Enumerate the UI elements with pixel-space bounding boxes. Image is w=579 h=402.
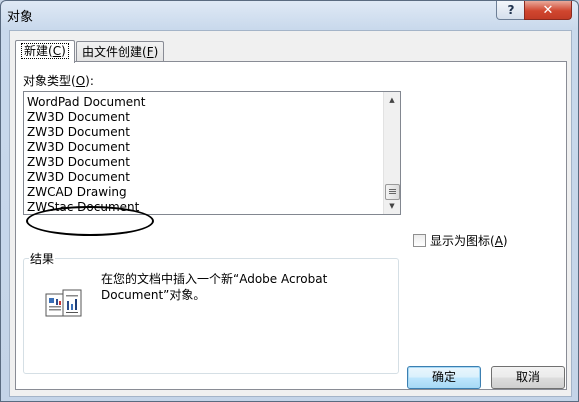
tab-create-new[interactable]: 新建(C) [15, 40, 75, 63]
tab-create-from-file[interactable]: 由文件创建(F) [76, 41, 165, 62]
tab-create-from-file-label: 由文件创建(F) [82, 45, 159, 59]
tab-create-new-label: 新建(C) [21, 43, 69, 59]
scroll-down-arrow-icon[interactable]: ▼ [384, 198, 400, 214]
dialog-client-area: 新建(C) 由文件创建(F) 对象类型(O): WordPad Document… [9, 30, 572, 397]
window-title: 对象 [7, 10, 34, 25]
close-button[interactable]: ✕ [524, 1, 572, 20]
display-as-icon-label[interactable]: 显示为图标(A) [430, 232, 508, 249]
list-item[interactable]: ZW3D Document [27, 155, 130, 170]
list-item[interactable]: WordPad Document [27, 95, 146, 110]
object-type-listbox[interactable]: WordPad Document ZW3D Document ZW3D Docu… [23, 91, 401, 215]
title-bar[interactable]: 对象 ? ✕ [1, 1, 578, 29]
object-dialog-window: 对象 ? ✕ 新建(C) 由文件创建(F) 对象类型(O): WordPad D… [0, 0, 579, 402]
list-item[interactable]: ZW3D Document [27, 140, 130, 155]
list-item[interactable]: ZW3D Document [27, 125, 130, 140]
display-as-icon-checkbox[interactable] [413, 234, 426, 247]
help-icon: ? [507, 3, 515, 17]
close-icon: ✕ [542, 2, 554, 18]
scroll-up-arrow-icon[interactable]: ▲ [384, 92, 400, 108]
list-item[interactable]: ZW3D Document [27, 110, 130, 125]
result-title: 结果 [29, 250, 56, 267]
result-description-line-2: Document”对象。 [101, 288, 206, 302]
list-item[interactable]: ZW3D Document [27, 170, 130, 185]
object-document-icon [45, 289, 82, 317]
object-type-label: 对象类型(O): [23, 74, 94, 88]
result-description: 在您的文档中插入一个新“Adobe Acrobat Document”对象。 [101, 271, 361, 303]
result-group: 结果 在您的文档中插入一个新“Adobe Acrobat Document”对象… [23, 250, 399, 374]
result-description-line-1: 在您的文档中插入一个新“Adobe Acrobat [101, 272, 328, 286]
cancel-button[interactable]: 取消 [491, 366, 565, 389]
list-item-zwcad-drawing[interactable]: ZWCAD Drawing [27, 185, 127, 200]
list-item[interactable]: ZWStac Document [27, 200, 139, 214]
listbox-scrollbar[interactable]: ▲ ▼ [383, 92, 400, 214]
tab-panel-create-new: 对象类型(O): WordPad Document ZW3D Document … [15, 61, 567, 390]
ok-button[interactable]: 确定 [407, 366, 481, 389]
help-button[interactable]: ? [496, 1, 526, 20]
